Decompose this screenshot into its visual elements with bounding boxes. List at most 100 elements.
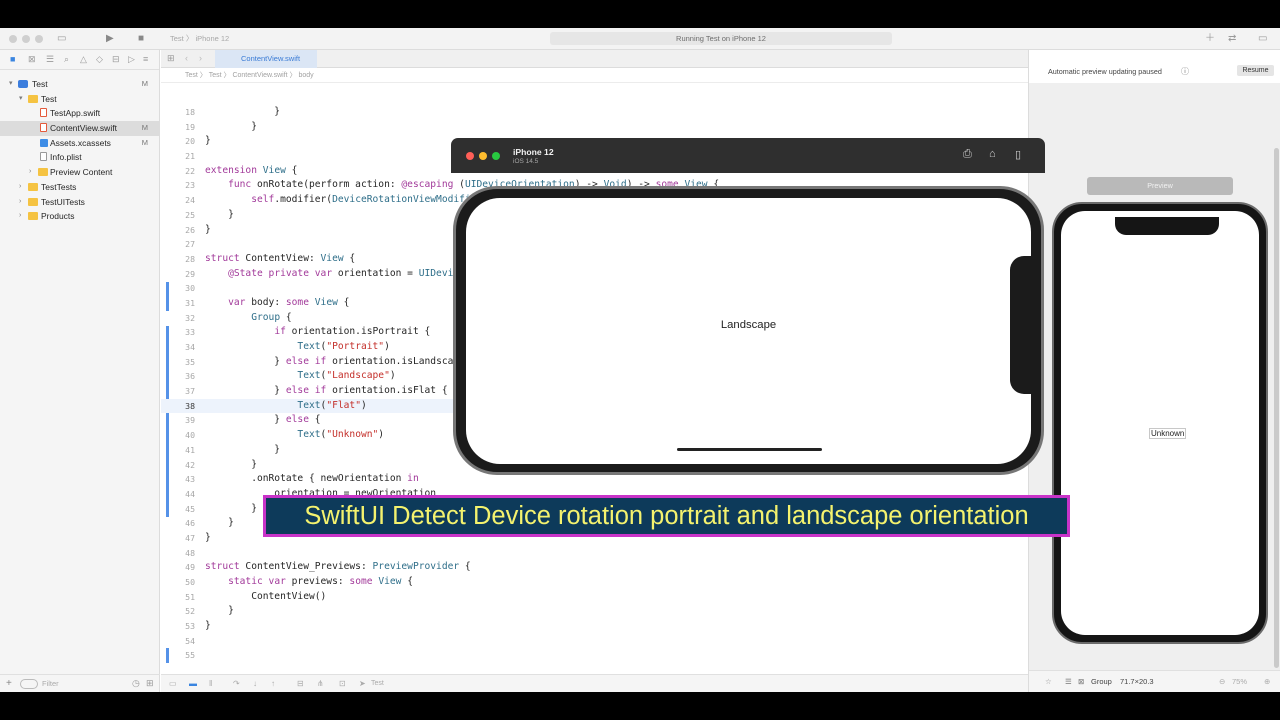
- zoom-level[interactable]: 75%: [1232, 671, 1247, 692]
- home-indicator[interactable]: [677, 448, 822, 451]
- code-text[interactable]: }: [205, 223, 211, 238]
- close-window-button[interactable]: [9, 35, 17, 43]
- preview-controls[interactable]: Preview: [1087, 177, 1233, 195]
- jump-bar-item[interactable]: ContentView.swift: [232, 72, 287, 79]
- library-plus-icon[interactable]: ＋: [1205, 32, 1215, 45]
- code-text[interactable]: if orientation.isPortrait {: [205, 325, 430, 340]
- code-text[interactable]: Text("Landscape"): [205, 369, 395, 384]
- view-debugger-icon[interactable]: ⊟: [297, 675, 304, 692]
- close-window-button[interactable]: [466, 152, 474, 160]
- code-text[interactable]: }: [205, 619, 211, 634]
- minimize-window-button[interactable]: [479, 152, 487, 160]
- code-line[interactable]: 55: [161, 648, 1028, 663]
- code-text[interactable]: static var previews: some View {: [205, 575, 413, 590]
- code-text[interactable]: }: [205, 134, 211, 149]
- info-icon[interactable]: ⓘ: [1181, 66, 1189, 77]
- code-text[interactable]: extension View {: [205, 164, 297, 179]
- code-text[interactable]: }: [205, 120, 257, 135]
- code-line[interactable]: 50 static var previews: some View {: [161, 575, 1028, 590]
- folder-icon[interactable]: ■: [10, 54, 15, 64]
- debug-area-toggle-icon[interactable]: ▭: [169, 675, 177, 692]
- tree-item-project[interactable]: ▾ Test M: [0, 77, 160, 92]
- symbol-icon[interactable]: ☰: [46, 54, 54, 65]
- environment-icon[interactable]: ⊡: [339, 675, 346, 692]
- breakpoints-toggle-icon[interactable]: ▬: [189, 675, 197, 692]
- tab-contentview[interactable]: ContentView.swift: [215, 50, 317, 68]
- code-review-icon[interactable]: ⇄: [1228, 32, 1236, 45]
- source-control-icon[interactable]: ⊠: [28, 54, 36, 65]
- recent-files-icon[interactable]: ◷: [132, 678, 140, 689]
- filter-input[interactable]: Filter: [42, 679, 59, 688]
- sidebar-toggle-icon[interactable]: ▭: [57, 32, 66, 45]
- tree-item-file[interactable]: TestApp.swift: [0, 106, 160, 121]
- tree-item-group[interactable]: › TestTests: [0, 180, 160, 195]
- disclosure-closed-icon[interactable]: ›: [19, 195, 21, 210]
- breakpoint-icon[interactable]: ▷: [128, 54, 135, 65]
- location-icon[interactable]: ➤: [359, 675, 366, 692]
- code-line[interactable]: 48: [161, 546, 1028, 561]
- code-line[interactable]: 51 ContentView(): [161, 590, 1028, 605]
- tree-item-group[interactable]: ▾ Test: [0, 92, 160, 107]
- tree-item-group[interactable]: › TestUITests: [0, 195, 160, 210]
- grid-icon[interactable]: ⊞: [167, 53, 175, 64]
- scheme-selector[interactable]: Test 〉 iPhone 12: [170, 33, 229, 44]
- tree-item-file[interactable]: Info.plist: [0, 150, 160, 165]
- code-text[interactable]: }: [205, 502, 257, 517]
- code-line[interactable]: 53}: [161, 619, 1028, 634]
- disclosure-open-icon[interactable]: ▾: [19, 92, 23, 107]
- jump-bar-item[interactable]: body: [298, 72, 313, 79]
- tree-item-file[interactable]: Assets.xcassets M: [0, 136, 160, 151]
- code-text[interactable]: .onRotate { newOrientation in: [205, 472, 419, 487]
- zoom-window-button[interactable]: [35, 35, 43, 43]
- pin-icon[interactable]: ☆: [1045, 671, 1052, 692]
- pause-icon[interactable]: ‖: [209, 675, 212, 692]
- step-in-icon[interactable]: ↓: [253, 675, 257, 692]
- zoom-window-button[interactable]: [492, 152, 500, 160]
- zoom-in-icon[interactable]: ⊕: [1264, 671, 1270, 692]
- stop-icon[interactable]: ■: [138, 32, 144, 45]
- code-text[interactable]: ContentView(): [205, 590, 326, 605]
- screenshot-icon[interactable]: ⎙: [963, 148, 972, 161]
- code-line[interactable]: 18 }: [161, 105, 1028, 120]
- tree-item-group[interactable]: › Preview Content: [0, 165, 160, 180]
- forward-icon[interactable]: ›: [199, 53, 202, 63]
- run-icon[interactable]: ▶: [106, 32, 114, 45]
- filter-options-icon[interactable]: [20, 679, 38, 689]
- preview-text-unknown[interactable]: Unknown: [1149, 428, 1187, 439]
- jump-bar-item[interactable]: Test: [185, 72, 198, 79]
- code-text[interactable]: } else if orientation.isFlat {: [205, 384, 447, 399]
- code-text[interactable]: } else if orientation.isLandscape {: [205, 355, 476, 370]
- code-text[interactable]: Text("Unknown"): [205, 428, 384, 443]
- vertical-scrollbar[interactable]: [1274, 148, 1279, 668]
- code-text[interactable]: var body: some View {: [205, 296, 349, 311]
- code-text[interactable]: }: [205, 443, 280, 458]
- resume-button[interactable]: Resume: [1237, 65, 1274, 76]
- device-screen[interactable]: Landscape: [466, 198, 1031, 464]
- rotate-icon[interactable]: ▯: [1015, 148, 1021, 161]
- issue-icon[interactable]: △: [80, 54, 87, 65]
- code-text[interactable]: }: [205, 105, 280, 120]
- tree-item-group[interactable]: › Products: [0, 209, 160, 224]
- jump-bar-item[interactable]: Test: [209, 72, 222, 79]
- code-text[interactable]: }: [205, 458, 257, 473]
- code-line[interactable]: 52 }: [161, 604, 1028, 619]
- code-text[interactable]: Text("Flat"): [205, 399, 366, 414]
- settings-icon[interactable]: ☰: [1065, 671, 1072, 692]
- disclosure-closed-icon[interactable]: ›: [19, 209, 21, 224]
- disclosure-open-icon[interactable]: ▾: [9, 77, 13, 92]
- test-icon[interactable]: ◇: [96, 54, 103, 65]
- code-line[interactable]: 54: [161, 634, 1028, 649]
- scm-filter-icon[interactable]: ⊞: [146, 678, 154, 689]
- code-text[interactable]: }: [205, 516, 234, 531]
- disclosure-closed-icon[interactable]: ›: [19, 180, 21, 195]
- tree-item-file-selected[interactable]: ContentView.swift M: [0, 121, 160, 136]
- code-text[interactable]: }: [205, 604, 234, 619]
- zoom-out-icon[interactable]: ⊖: [1219, 671, 1225, 692]
- code-line[interactable]: 19 }: [161, 120, 1028, 135]
- disclosure-closed-icon[interactable]: ›: [29, 165, 31, 180]
- minimize-window-button[interactable]: [22, 35, 30, 43]
- debug-icon[interactable]: ⊟: [112, 54, 120, 65]
- code-text[interactable]: struct ContentView: View {: [205, 252, 355, 267]
- code-text[interactable]: }: [205, 531, 211, 546]
- step-out-icon[interactable]: ↑: [271, 675, 275, 692]
